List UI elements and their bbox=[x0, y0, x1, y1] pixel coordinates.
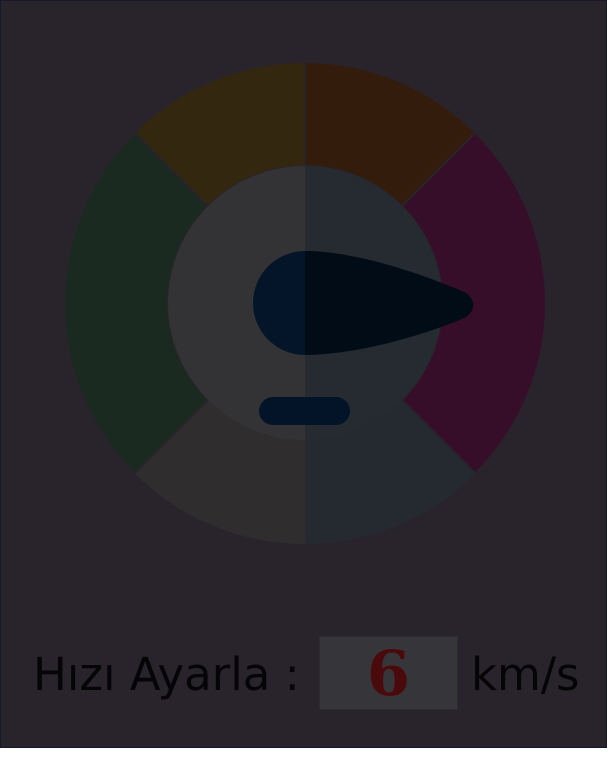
speedometer-icon bbox=[63, 61, 548, 544]
speedometer-panel: Hızı Ayarla : 6 km/s bbox=[0, 0, 607, 748]
speed-label: Hızı Ayarla : bbox=[33, 648, 300, 701]
speed-control-row: Hızı Ayarla : 6 km/s bbox=[1, 631, 606, 717]
speed-input[interactable]: 6 bbox=[319, 636, 458, 710]
gauge-indicator-bar bbox=[259, 397, 350, 425]
speed-value: 6 bbox=[366, 637, 411, 710]
speedometer-gauge bbox=[59, 57, 551, 549]
speed-unit-label: km/s bbox=[471, 648, 580, 701]
